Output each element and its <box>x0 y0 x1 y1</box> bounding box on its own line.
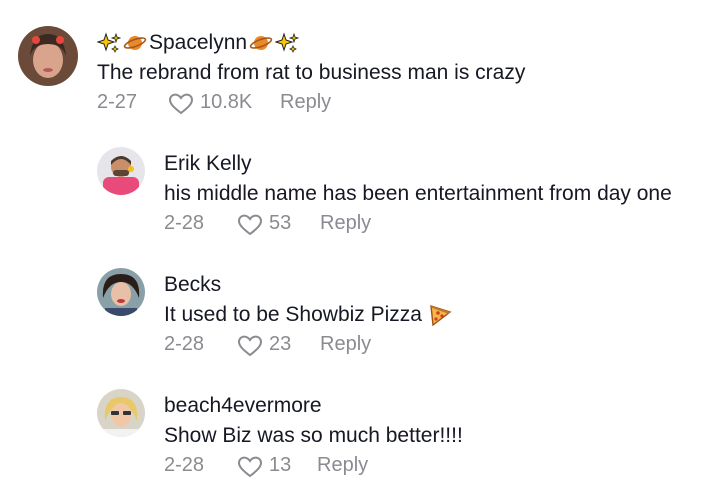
comment-date: 2-27 <box>97 91 138 113</box>
avatar[interactable] <box>97 147 145 195</box>
heart-icon[interactable] <box>237 213 263 237</box>
comment-username[interactable]: Erik Kelly <box>164 152 252 176</box>
comment-text-label: It used to be Showbiz Pizza <box>164 303 422 326</box>
comment-username[interactable]: beach4evermore <box>164 394 322 418</box>
ringed-planet-icon <box>123 32 147 54</box>
comment-meta: 2-28 23 Reply <box>164 333 464 359</box>
reply-button[interactable]: Reply <box>280 91 331 114</box>
username-label: Becks <box>164 273 222 296</box>
avatar[interactable] <box>97 268 145 316</box>
comment-text: his middle name has been entertainment f… <box>164 182 672 206</box>
comment-text: The rebrand from rat to business man is … <box>97 61 525 85</box>
sparkles-icon <box>275 32 300 54</box>
comment-date: 2-28 <box>164 454 205 476</box>
avatar[interactable] <box>18 26 78 86</box>
username-label: Erik Kelly <box>164 152 252 175</box>
comment-username[interactable]: Spacelynn <box>97 31 300 55</box>
comment-text-label: his middle name has been entertainment f… <box>164 182 672 205</box>
like-count: 10.8K <box>200 91 253 113</box>
sparkles-icon <box>97 32 121 54</box>
comment-text: It used to be Showbiz Pizza <box>164 303 452 327</box>
heart-icon[interactable] <box>237 455 263 479</box>
username-label: beach4evermore <box>164 394 322 417</box>
comment-meta: 2-28 53 Reply <box>164 212 464 238</box>
ringed-planet-icon <box>249 32 273 54</box>
username-label: Spacelynn <box>149 31 248 54</box>
avatar[interactable] <box>97 389 145 437</box>
comment-date: 2-28 <box>164 212 205 234</box>
like-count: 13 <box>269 454 292 476</box>
reply-button[interactable]: Reply <box>320 212 371 235</box>
pizza-icon <box>428 304 452 326</box>
heart-icon[interactable] <box>168 92 194 116</box>
heart-icon[interactable] <box>237 334 263 358</box>
comment-username[interactable]: Becks <box>164 273 221 297</box>
comment-text-label: The rebrand from rat to business man is … <box>97 61 526 84</box>
like-count: 53 <box>269 212 292 234</box>
comment-date: 2-28 <box>164 333 205 355</box>
comment-text: Show Biz was so much better!!!! <box>164 424 463 448</box>
reply-button[interactable]: Reply <box>317 454 368 477</box>
like-count: 23 <box>269 333 292 355</box>
comment-meta: 2-28 13 Reply <box>164 454 464 480</box>
reply-button[interactable]: Reply <box>320 333 371 356</box>
comment-text-label: Show Biz was so much better!!!! <box>164 424 463 447</box>
comment-meta: 2-27 10.8K Reply <box>97 91 397 117</box>
